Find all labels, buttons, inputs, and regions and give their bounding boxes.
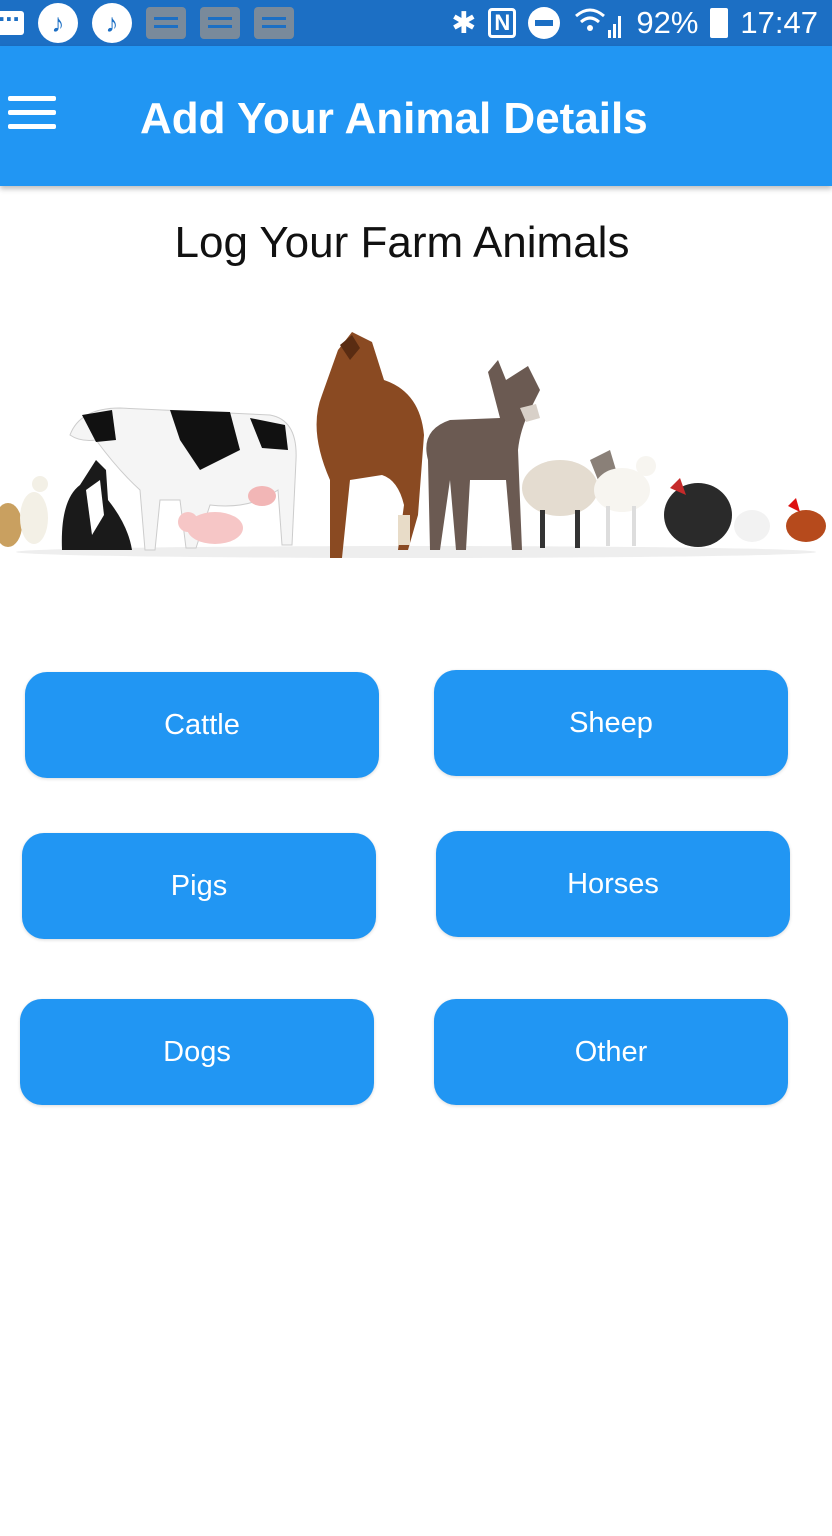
bluetooth-icon: ✱	[451, 6, 477, 40]
clock: 17:47	[740, 5, 818, 40]
other-button[interactable]: Other	[434, 999, 788, 1105]
wifi-signal-icon	[575, 8, 622, 38]
nfc-icon: N	[488, 8, 517, 38]
chat-icon	[200, 7, 240, 39]
do-not-disturb-icon	[528, 7, 561, 39]
more-notifications-icon	[0, 0, 24, 35]
music-app-icon: ♪	[92, 3, 132, 43]
status-bar: ♪ ♪ ✱ N 92% 17:47	[0, 0, 832, 46]
sheep-button[interactable]: Sheep	[434, 670, 788, 776]
page-heading: Log Your Farm Animals	[174, 218, 630, 267]
horses-button[interactable]: Horses	[436, 831, 790, 937]
cattle-button[interactable]: Cattle	[25, 672, 379, 778]
battery-icon	[710, 8, 729, 38]
music-app-icon: ♪	[38, 3, 78, 43]
notification-icons: ♪ ♪	[0, 0, 294, 46]
app-title: Add Your Animal Details	[140, 94, 648, 143]
app-bar: Add Your Animal Details	[0, 46, 832, 186]
chat-icon	[254, 7, 294, 39]
battery-percent: 92%	[636, 5, 699, 40]
farm-animals-image	[0, 332, 826, 558]
chat-icon	[146, 7, 186, 39]
dogs-button[interactable]: Dogs	[20, 999, 374, 1105]
system-icons: ✱ N 92% 17:47	[451, 0, 818, 46]
pigs-button[interactable]: Pigs	[22, 833, 376, 939]
hamburger-menu-icon[interactable]	[8, 96, 56, 132]
